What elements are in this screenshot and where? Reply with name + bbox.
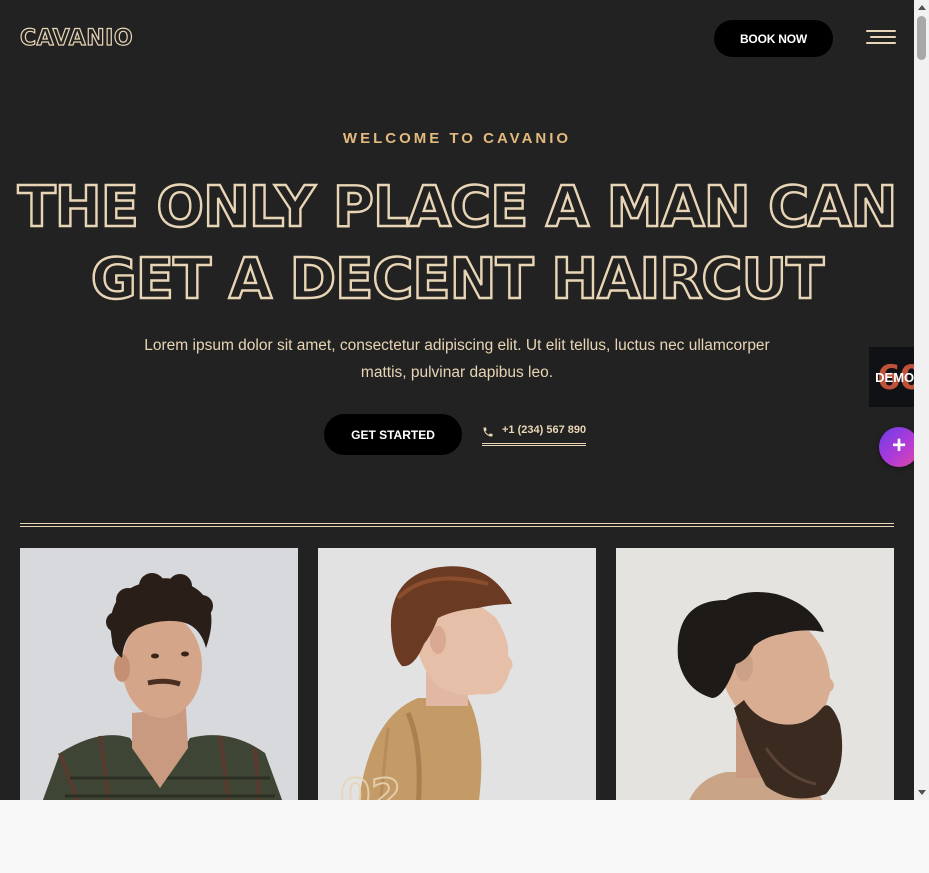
photo-man-curly-hair [20,548,298,800]
hero-headline: THE ONLY PLACE A MAN CAN GET A DECENT HA… [0,172,914,316]
hamburger-icon[interactable] [866,30,896,48]
page-viewport: CAVANIO BOOK NOW WELCOME TO CAVANIO THE … [0,0,914,800]
photo-man-beard-profile [616,548,894,800]
headline-line-2: GET A DECENT HAIRCUT [90,246,826,313]
phone-link[interactable]: +1 (234) 567 890 [482,424,587,446]
phone-icon [483,427,493,437]
scroll-up-icon[interactable] [914,0,929,14]
gallery-card-2[interactable]: 02 [318,548,596,800]
photo-man-side-profile [318,548,596,800]
get-started-button[interactable]: GET STARTED [324,414,462,455]
phone-number: +1 (234) 567 890 [502,424,587,436]
book-now-button[interactable]: BOOK NOW [714,20,833,57]
gallery-card-1[interactable] [20,548,298,800]
scrollbar[interactable] [914,0,929,800]
site-logo[interactable]: CAVANIO [19,25,133,51]
scroll-down-icon[interactable] [914,786,929,800]
scrollbar-thumb[interactable] [917,16,926,60]
headline-line-1: THE ONLY PLACE A MAN CAN [16,174,898,241]
card-number: 02 [339,769,402,800]
add-button[interactable]: + [879,427,919,467]
gallery-card-3[interactable] [616,548,894,800]
hero-eyebrow: WELCOME TO CAVANIO [342,130,572,147]
section-divider [20,523,894,527]
hero-description: Lorem ipsum dolor sit amet, consectetur … [144,337,770,381]
bottom-area [0,800,929,873]
